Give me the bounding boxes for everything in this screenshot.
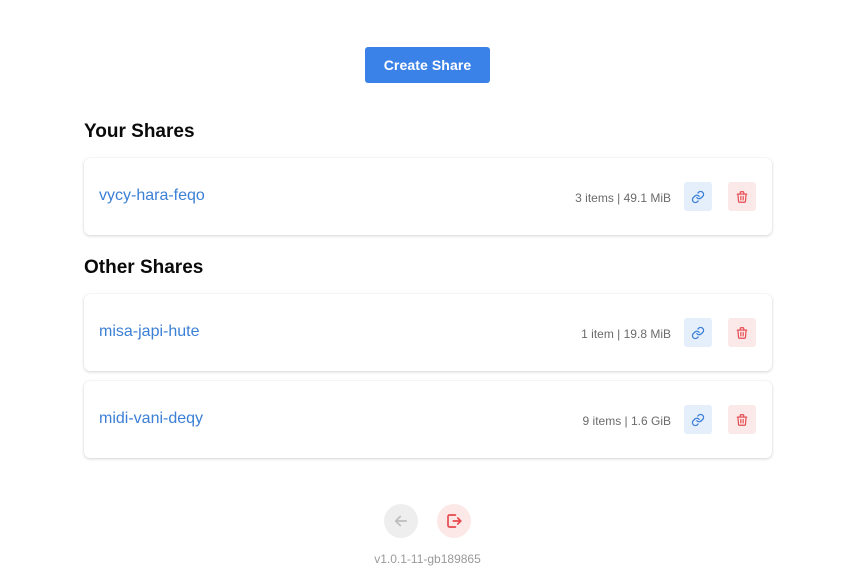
share-meta: 1 item | 19.8 MiB [581,327,671,341]
share-card: misa-japi-hute 1 item | 19.8 MiB [84,294,772,371]
create-share-button[interactable]: Create Share [365,47,490,83]
share-name-link[interactable]: misa-japi-hute [99,323,199,341]
trash-icon [736,413,748,426]
link-icon [691,413,705,426]
page: Create Share Your Shares vycy-hara-feqo … [0,0,855,581]
share-meta: 3 items | 49.1 MiB [575,191,671,205]
link-icon [691,326,705,339]
trash-icon [736,326,748,339]
share-name-link[interactable]: midi-vani-deqy [99,410,203,428]
copy-link-button[interactable] [684,405,712,434]
other-shares-heading: Other Shares [84,257,204,278]
your-shares-heading: Your Shares [84,121,195,142]
delete-share-button[interactable] [728,405,756,434]
back-button[interactable] [384,504,418,538]
version-label: v1.0.1-11-gb189865 [374,552,481,566]
arrow-left-icon [394,515,408,527]
share-card: vycy-hara-feqo 3 items | 49.1 MiB [84,158,772,235]
share-name-link[interactable]: vycy-hara-feqo [99,187,205,205]
trash-icon [736,190,748,203]
copy-link-button[interactable] [684,182,712,211]
share-card: midi-vani-deqy 9 items | 1.6 GiB [84,381,772,458]
delete-share-button[interactable] [728,318,756,347]
logout-button[interactable] [437,504,471,538]
share-meta: 9 items | 1.6 GiB [582,414,671,428]
link-icon [691,190,705,203]
delete-share-button[interactable] [728,182,756,211]
logout-icon [447,514,462,528]
copy-link-button[interactable] [684,318,712,347]
